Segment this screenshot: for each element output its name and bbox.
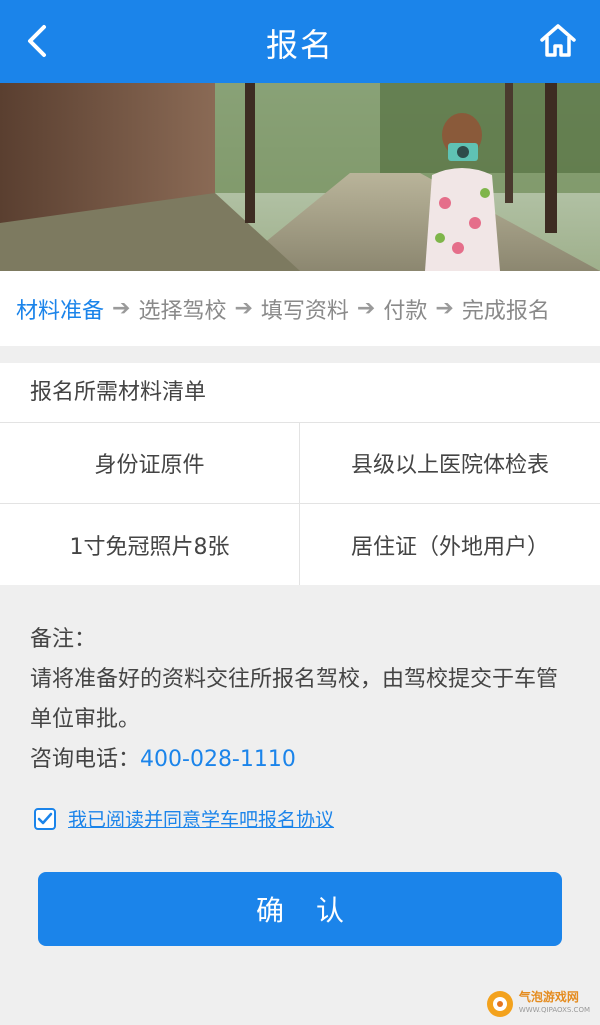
progress-steps: 材料准备 ➔ 选择驾校 ➔ 填写资料 ➔ 付款 ➔ 完成报名 [0, 271, 600, 346]
material-item: 县级以上医院体检表 [300, 423, 600, 504]
material-item: 居住证（外地用户） [350, 534, 549, 560]
banner-image [0, 83, 600, 271]
notes-text: 请将准备好的资料交往所报名驾校，由驾校提交于车管单位审批。 [30, 667, 559, 732]
checkmark-icon [37, 812, 53, 824]
phone-link[interactable]: 400-028-1110 [140, 747, 296, 772]
step-complete: 完成报名 [461, 298, 550, 324]
step-choose-school: 选择驾校 [138, 298, 227, 324]
page-title: 报名 [265, 26, 334, 64]
watermark-url: WWW.QIPAOXS.COM [518, 1006, 590, 1014]
materials-list: 报名所需材料清单 身份证原件 县级以上医院体检表 1寸免冠照片8张 居住证（外地… [0, 363, 600, 585]
home-icon[interactable] [536, 18, 580, 62]
agreement-checkbox[interactable] [34, 807, 56, 830]
arrow-right-icon: ➔ [234, 296, 253, 321]
watermark-name: 气泡游戏网 [518, 990, 579, 1004]
watermark-icon [486, 991, 513, 1017]
step-fill-info: 填写资料 [260, 298, 349, 324]
step-materials: 材料准备 [16, 298, 105, 324]
top-bar: 报名 [0, 0, 600, 83]
material-item: 1寸免冠照片8张 [0, 504, 300, 585]
arrow-right-icon: ➔ [112, 296, 131, 321]
arrow-right-icon: ➔ [356, 296, 376, 321]
notes-section: 备注： 请将准备好的资料交往所报名驾校，由驾校提交于车管单位审批。 咨询电话：4… [30, 620, 575, 780]
agreement-row: 我已阅读并同意学车吧报名协议 [34, 805, 334, 832]
materials-title: 报名所需材料清单 [0, 363, 600, 423]
material-item: 身份证原件 [0, 423, 300, 504]
confirm-button[interactable]: 确认 [38, 872, 562, 946]
step-payment: 付款 [383, 298, 428, 324]
notes-label: 备注： [30, 627, 97, 652]
phone-line: 咨询电话：400-028-1110 [30, 740, 575, 780]
watermark-logo: 气泡游戏网 WWW.QIPAOXS.COM [485, 989, 590, 1019]
phone-label: 咨询电话： [30, 747, 141, 772]
agreement-link[interactable]: 我已阅读并同意学车吧报名协议 [68, 805, 334, 832]
materials-grid: 身份证原件 县级以上医院体检表 1寸免冠照片8张 居住证（外地用户） [0, 423, 600, 585]
arrow-right-icon: ➔ [435, 296, 454, 321]
